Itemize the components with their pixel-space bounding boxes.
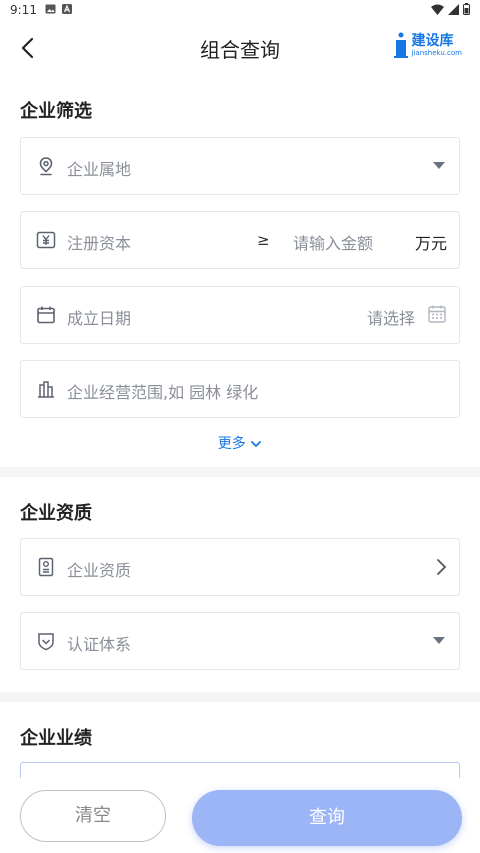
qualification-select[interactable]: 企业资质 — [20, 538, 460, 596]
section-title-qualification: 企业资质 — [20, 503, 92, 524]
date-picker-icon — [428, 305, 446, 323]
dropdown-caret-icon — [433, 637, 445, 644]
qualification-label: 企业资质 — [67, 561, 132, 580]
establish-date-field[interactable]: 成立日期 请选择 — [20, 286, 460, 344]
more-label: 更多 — [217, 436, 246, 452]
section-title-performance: 企业业绩 — [20, 728, 92, 749]
scope-placeholder: 企业经营范围,如 园林 绿化 — [67, 383, 259, 402]
registered-capital-field: 注册资本 ≥ 请输入金额 万元 — [20, 211, 460, 269]
capital-amount-input[interactable]: 请输入金额 — [293, 230, 373, 254]
capital-label: 注册资本 — [67, 234, 132, 253]
section-divider — [0, 692, 480, 702]
brand-logo: 建设库 jiansheku.com — [393, 32, 462, 58]
status-bar: 9:11 — [0, 0, 480, 20]
logo-domain: jiansheku.com — [411, 48, 462, 57]
section-divider — [0, 467, 480, 477]
status-time: 9:11 — [10, 3, 37, 17]
certification-label: 认证体系 — [67, 635, 132, 654]
chevron-right-icon — [437, 559, 447, 575]
business-scope-field[interactable]: 企业经营范围,如 园林 绿化 — [20, 360, 460, 418]
signal-icon — [448, 3, 459, 18]
bottom-action-bar: 清空 查询 — [0, 778, 480, 853]
section-title-filter: 企业筛选 — [20, 101, 92, 122]
chevron-down-icon — [251, 441, 262, 448]
notification-a-icon — [61, 3, 72, 17]
location-select[interactable]: 企业属地 — [20, 137, 460, 195]
calendar-icon — [37, 306, 55, 324]
logo-name: 建设库 — [411, 32, 454, 49]
more-filters-link[interactable]: 更多 — [0, 433, 480, 453]
logo-icon — [393, 32, 408, 58]
capital-operator: ≥ — [257, 231, 270, 249]
capital-unit: 万元 — [414, 234, 447, 253]
certificate-doc-icon — [38, 557, 54, 577]
building-icon — [38, 381, 54, 398]
location-pin-icon — [39, 157, 53, 176]
dropdown-caret-icon — [433, 162, 445, 169]
status-indicators — [431, 3, 470, 18]
date-select-text: 请选择 — [366, 309, 415, 328]
date-label: 成立日期 — [67, 309, 132, 328]
shield-check-icon — [38, 633, 54, 651]
currency-yuan-icon — [36, 231, 56, 249]
clear-button[interactable]: 清空 — [20, 790, 166, 842]
top-nav: 组合查询 建设库 jiansheku.com — [0, 20, 480, 76]
wifi-icon — [431, 4, 444, 18]
gallery-icon — [45, 3, 56, 17]
certification-select[interactable]: 认证体系 — [20, 612, 460, 670]
location-label: 企业属地 — [67, 160, 132, 179]
query-button[interactable]: 查询 — [192, 790, 462, 846]
battery-icon — [463, 3, 470, 18]
